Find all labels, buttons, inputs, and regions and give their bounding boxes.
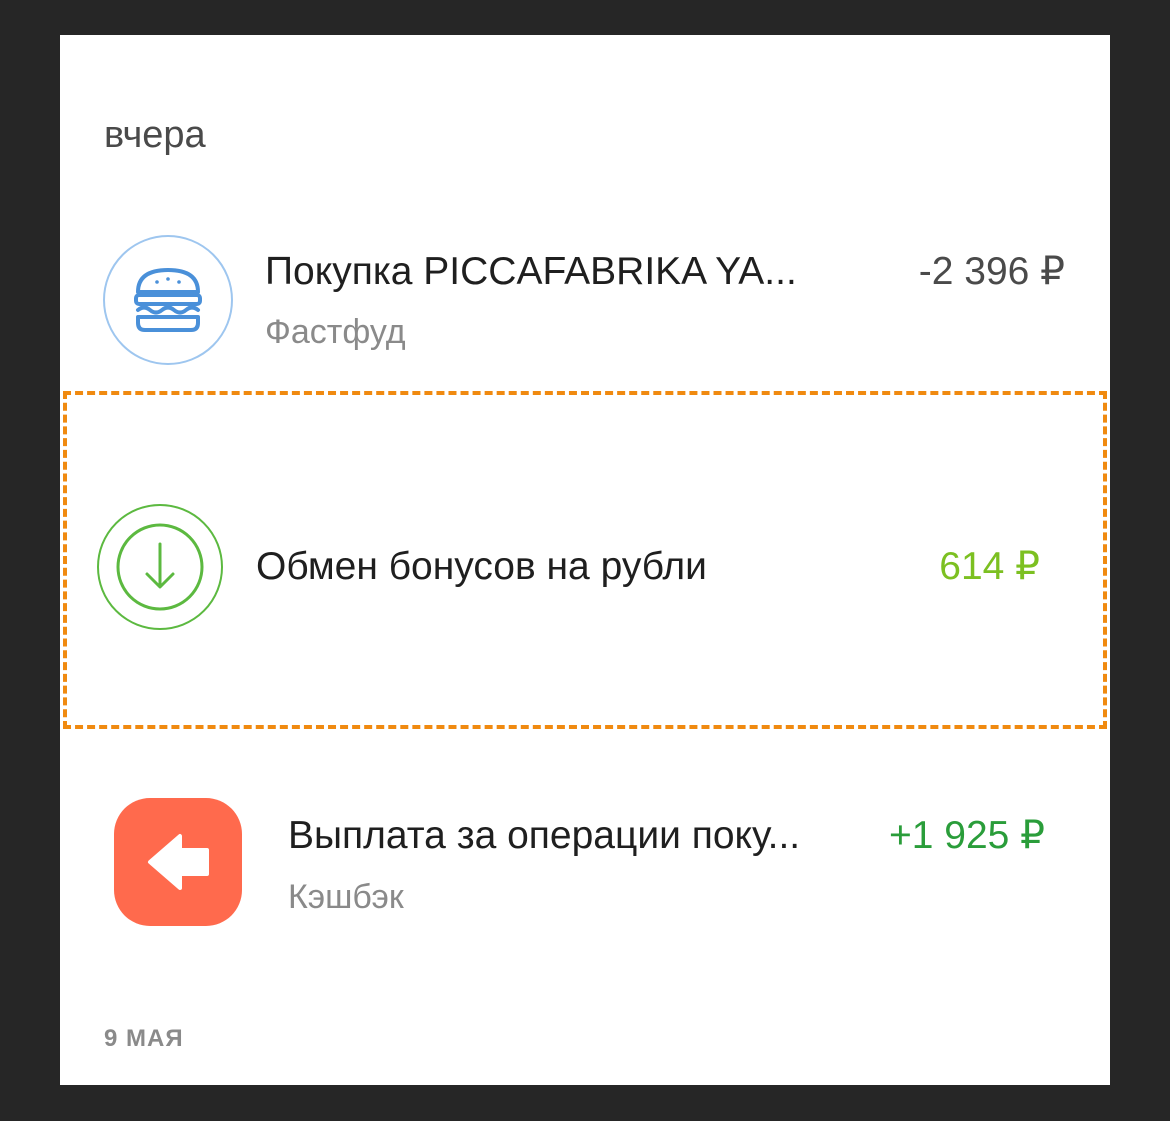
transaction-row-bonus-exchange[interactable]: Обмен бонусов на рубли 614 ₽ [60, 495, 1110, 635]
download-arrow-icon [97, 504, 223, 630]
transaction-row-cashback[interactable]: Выплата за операции поку... Кэшбэк +1 92… [60, 795, 1110, 935]
transaction-title: Выплата за операции поку... [288, 814, 801, 857]
back-arrow-icon [114, 798, 242, 926]
section-title-yesterday: вчера [104, 114, 206, 156]
transaction-amount: -2 396 ₽ [918, 250, 1065, 293]
burger-icon [103, 235, 233, 365]
transactions-panel: вчера Покупка PICCAFABRIKA YA... Фастфуд… [60, 35, 1110, 1085]
transaction-category: Кэшбэк [288, 878, 404, 916]
transaction-title: Покупка PICCAFABRIKA YA... [265, 250, 797, 293]
transaction-row-fastfood[interactable]: Покупка PICCAFABRIKA YA... Фастфуд -2 39… [60, 225, 1110, 375]
transaction-title: Обмен бонусов на рубли [256, 545, 707, 588]
date-header: 9 МАЯ [104, 1025, 184, 1052]
transaction-amount: +1 925 ₽ [888, 814, 1045, 857]
transaction-category: Фастфуд [265, 313, 406, 351]
transaction-amount: 614 ₽ [939, 545, 1040, 588]
